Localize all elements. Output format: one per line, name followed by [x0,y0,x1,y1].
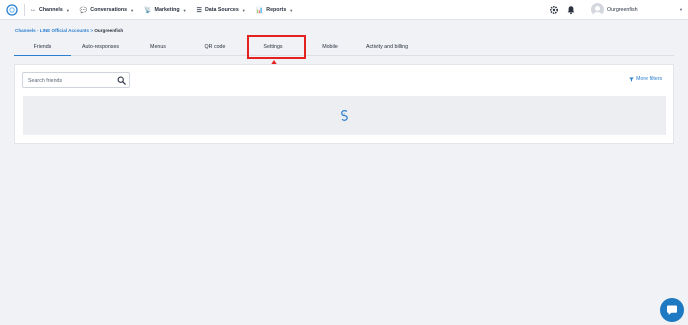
loading-spinner-icon [341,110,348,121]
chat-bubble-icon [667,305,677,315]
nav-conversations-label: Conversations [90,7,128,13]
chevron-down-icon: ▼ [241,7,246,13]
tab-menus[interactable]: Menus [147,38,169,56]
chevron-down-icon: ▼ [289,7,294,13]
nav-reports[interactable]: 📊 Reports ▼ [256,7,293,14]
broadcast-icon: 📡 [144,7,152,14]
brand-logo-icon[interactable] [6,4,18,16]
main-nav: ↔ Channels ▼ 💬 Conversations ▼ 📡 Marketi… [30,0,303,20]
chevron-down-icon: ▼ [182,7,187,13]
nav-conversations[interactable]: 💬 Conversations ▼ [80,7,134,14]
gear-icon[interactable] [549,5,559,15]
chevron-down-icon: ▼ [130,7,135,13]
list-icon: ☰ [196,7,202,14]
user-name[interactable]: Ourgreenfish [607,7,638,13]
annotation-highlight-box [246,35,306,59]
tab-activity-and-billing[interactable]: Activity and billing [364,38,410,56]
breadcrumb: Channels - LINE Official Accounts > Ourg… [15,28,123,33]
nav-reports-label: Reports [266,7,287,13]
nav-data-sources[interactable]: ☰ Data Sources ▼ [197,7,246,14]
chevron-down-icon: ▼ [65,7,70,13]
search-input[interactable] [28,76,108,85]
bell-icon[interactable] [566,5,576,15]
breadcrumb-current: Ourgreenfish [94,27,124,33]
avatar-head [595,5,600,11]
nav-channels[interactable]: ↔ Channels ▼ [30,7,70,13]
top-navigation-bar: ↔ Channels ▼ 💬 Conversations ▼ 📡 Marketi… [0,0,688,20]
tab-mobile[interactable]: Mobile [319,38,341,56]
chevron-down-icon[interactable]: ▼ [679,7,683,12]
bar-chart-icon: 📊 [255,7,264,14]
chat-bubbles-icon: 💬 [79,7,88,14]
search-icon[interactable] [117,76,126,85]
breadcrumb-path[interactable]: Channels - LINE Official Accounts > [15,28,94,33]
nav-channels-label: Channels [39,7,63,13]
nav-marketing[interactable]: 📡 Marketing ▼ [144,7,186,14]
account-tabs: Friends Auto-responses Menus QR code Set… [14,38,674,56]
filter-icon [629,77,634,82]
header-divider [24,4,25,16]
link-arrows-icon: ↔ [30,7,36,13]
more-filters-label: More filters [636,76,663,82]
avatar-body [593,11,602,16]
nav-marketing-label: Marketing [154,7,180,13]
nav-data-sources-label: Data Sources [204,7,239,13]
tab-auto-responses[interactable]: Auto-responses [78,38,123,56]
search-box[interactable] [22,72,130,88]
avatar[interactable] [591,3,604,16]
chat-support-button[interactable] [660,298,684,322]
more-filters-button[interactable]: More filters [629,76,662,82]
tab-qr-code[interactable]: QR code [203,38,227,56]
tab-friends[interactable]: Friends [14,38,71,56]
